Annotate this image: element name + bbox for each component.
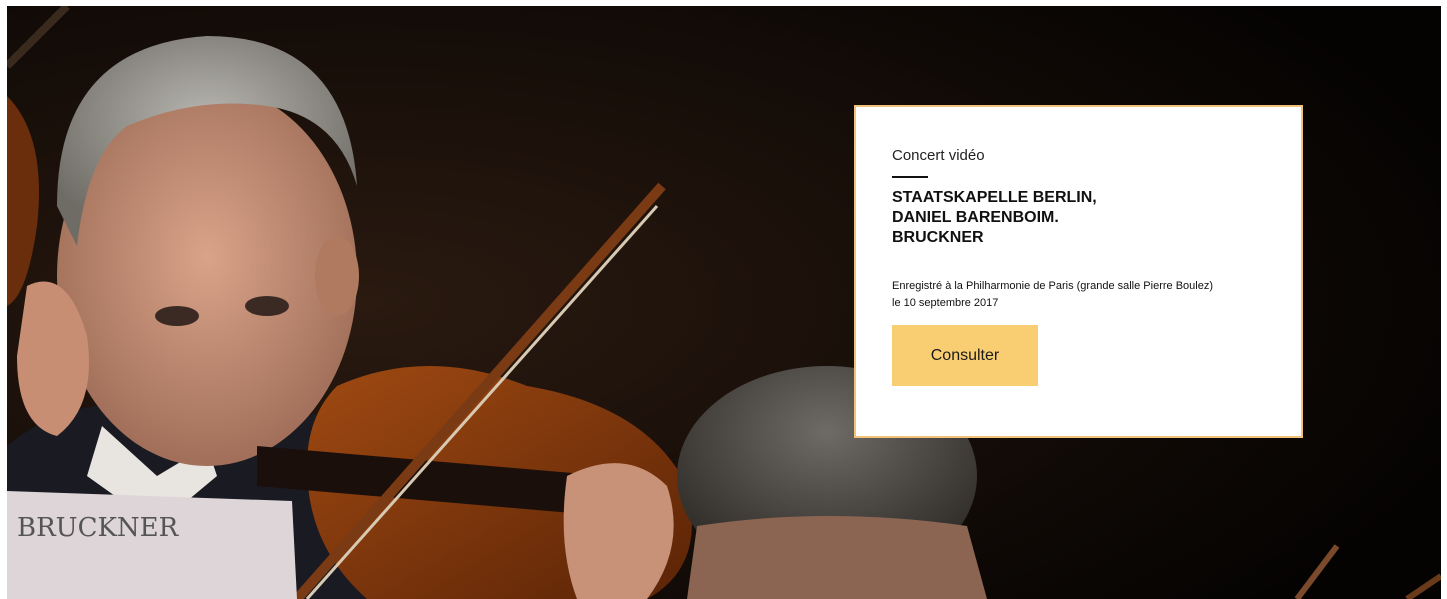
meta-line: le 10 septembre 2017 <box>892 297 999 309</box>
hero-banner: BRUCKNER Concert vidéo STAATSKAPELLE BER… <box>7 6 1441 599</box>
meta-line: Enregistré à la Philharmonie de Paris (g… <box>892 280 1213 292</box>
score-title-text: BRUCKNER <box>17 513 180 543</box>
title-line: STAATSKAPELLE BERLIN, <box>892 189 1097 206</box>
kicker-divider <box>892 176 928 178</box>
title-line: BRUCKNER <box>892 229 984 246</box>
title-line: DANIEL BARENBOIM. <box>892 209 1059 226</box>
consult-button[interactable]: Consulter <box>892 325 1038 386</box>
concert-title: STAATSKAPELLE BERLIN, DANIEL BARENBOIM. … <box>892 188 1265 248</box>
concert-card: Concert vidéo STAATSKAPELLE BERLIN, DANI… <box>854 105 1303 438</box>
recording-info: Enregistré à la Philharmonie de Paris (g… <box>892 278 1265 312</box>
card-kicker: Concert vidéo <box>892 147 985 164</box>
